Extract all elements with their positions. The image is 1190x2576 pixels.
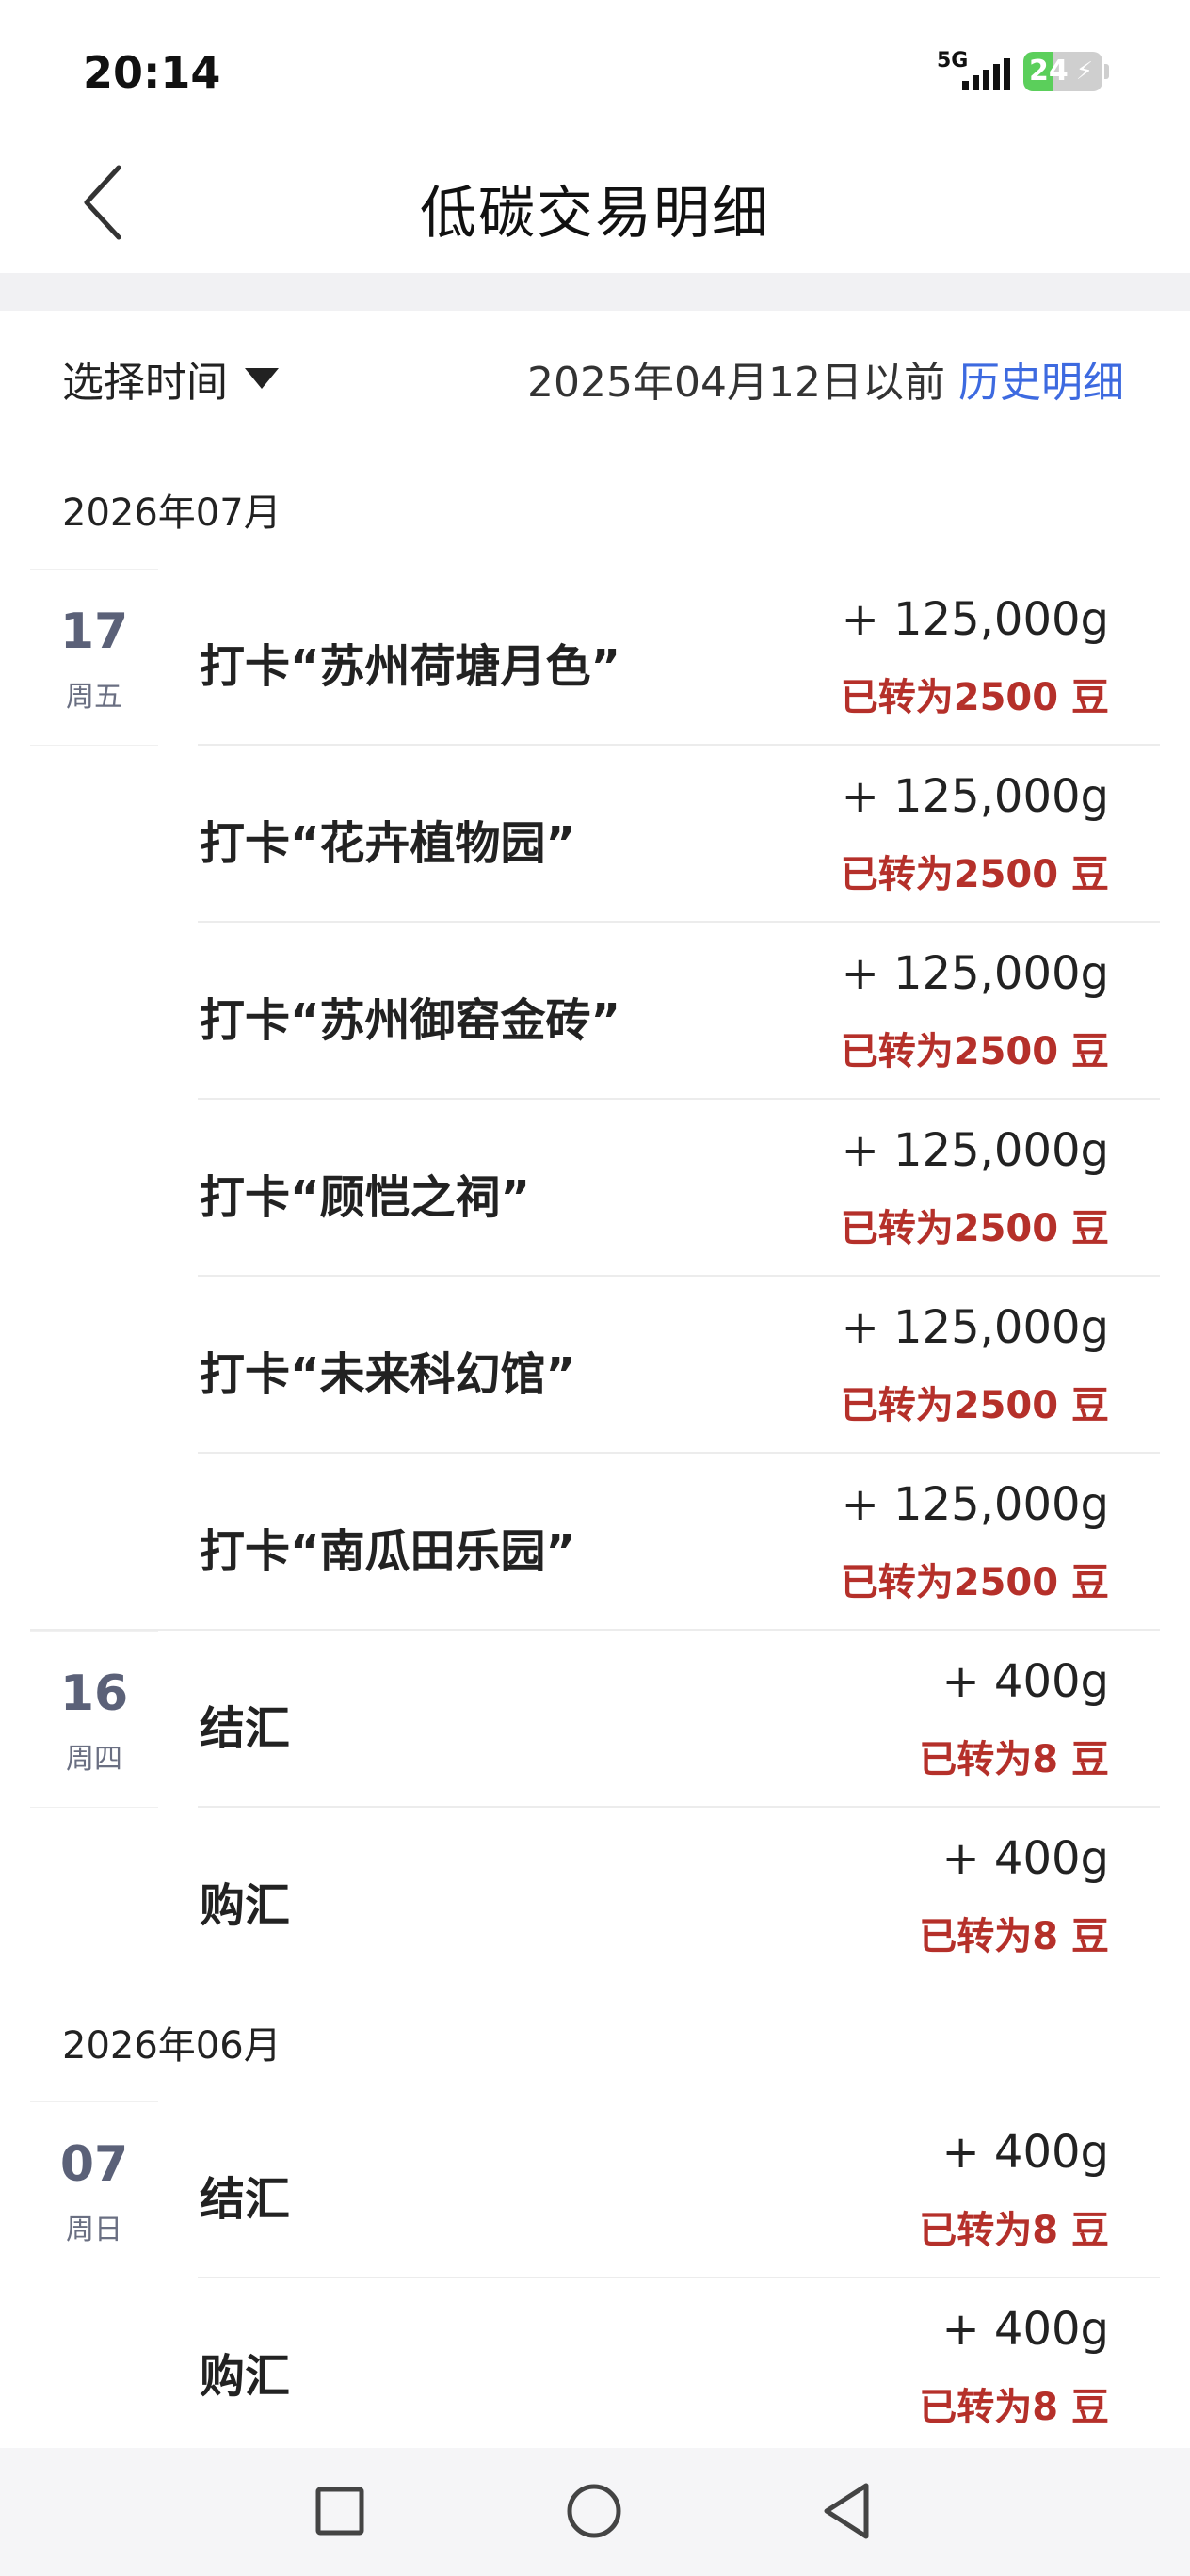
date-note-text: 2025年04月12日以前 bbox=[527, 359, 945, 407]
back-triangle-icon[interactable] bbox=[806, 2469, 891, 2553]
converted-beans: 已转为2500 豆 bbox=[840, 1207, 1109, 1250]
transaction-row[interactable]: 07 周日 结汇 + 400g 已转为8 豆 bbox=[0, 2101, 1190, 2278]
converted-beans: 已转为2500 豆 bbox=[840, 853, 1109, 896]
converted-beans: 已转为8 豆 bbox=[919, 1915, 1109, 1958]
system-nav-bar bbox=[0, 2448, 1190, 2576]
transaction-detail-screen: 20:14 5G 24 ⚡ 低碳交易明细 选择时间 2025年04月12日以前历… bbox=[0, 0, 1190, 2576]
transaction-title: 结汇 bbox=[200, 2173, 291, 2226]
select-time-dropdown[interactable]: 选择时间 bbox=[62, 348, 279, 409]
battery-icon: 24 ⚡ bbox=[1023, 52, 1102, 91]
transaction-row[interactable]: 打卡“花卉植物园” + 125,000g 已转为2500 豆 bbox=[0, 746, 1190, 923]
charging-icon: ⚡ bbox=[1075, 57, 1093, 86]
carbon-amount: + 400g bbox=[941, 2303, 1109, 2356]
transaction-title: 购汇 bbox=[200, 1879, 291, 1932]
weekday-label: 周日 bbox=[66, 2214, 122, 2246]
recent-apps-icon[interactable] bbox=[298, 2469, 382, 2553]
carbon-amount: + 400g bbox=[941, 2126, 1109, 2179]
date-cell: 07 周日 bbox=[30, 2101, 158, 2278]
converted-beans: 已转为2500 豆 bbox=[840, 1561, 1109, 1604]
transaction-title: 打卡“顾恺之祠” bbox=[200, 1171, 531, 1224]
converted-beans: 已转为2500 豆 bbox=[840, 1384, 1109, 1427]
transaction-row[interactable]: 打卡“苏州御窑金砖” + 125,000g 已转为2500 豆 bbox=[0, 923, 1190, 1100]
weekday-label: 周四 bbox=[66, 1743, 122, 1776]
transaction-title: 结汇 bbox=[200, 1702, 291, 1755]
transaction-row[interactable]: 打卡“未来科幻馆” + 125,000g 已转为2500 豆 bbox=[0, 1277, 1190, 1454]
carbon-amount: + 125,000g bbox=[841, 947, 1109, 1000]
triangle-down-icon bbox=[245, 368, 279, 389]
transaction-row[interactable]: 17 周五 打卡“苏州荷塘月色” + 125,000g 已转为2500 豆 bbox=[0, 569, 1190, 746]
date-cell: 17 周五 bbox=[30, 569, 158, 746]
signal-icon: 5G bbox=[937, 49, 1010, 94]
transaction-row[interactable]: 16 周四 结汇 + 400g 已转为8 豆 bbox=[0, 1631, 1190, 1808]
converted-beans: 已转为2500 豆 bbox=[840, 676, 1109, 719]
transaction-row[interactable]: 打卡“顾恺之祠” + 125,000g 已转为2500 豆 bbox=[0, 1100, 1190, 1277]
select-time-label: 选择时间 bbox=[62, 359, 228, 407]
status-icons: 5G 24 ⚡ bbox=[937, 49, 1109, 94]
carbon-amount: + 400g bbox=[941, 1832, 1109, 1885]
transaction-title: 打卡“苏州荷塘月色” bbox=[200, 640, 621, 693]
day-number: 16 bbox=[59, 1666, 129, 1722]
transaction-row[interactable]: 购汇 + 400g 已转为8 豆 bbox=[0, 2278, 1190, 2455]
battery-percent: 24 bbox=[1029, 55, 1069, 88]
transaction-title: 打卡“苏州御窑金砖” bbox=[200, 994, 621, 1047]
day-number: 07 bbox=[59, 2136, 129, 2193]
status-bar: 20:14 5G 24 ⚡ bbox=[0, 0, 1190, 151]
history-detail-link[interactable]: 历史明细 bbox=[958, 359, 1124, 407]
transaction-title: 打卡“花卉植物园” bbox=[200, 817, 576, 870]
carbon-amount: + 125,000g bbox=[841, 770, 1109, 823]
date-cell: 16 周四 bbox=[30, 1631, 158, 1808]
section-separator bbox=[0, 273, 1190, 311]
weekday-label: 周五 bbox=[66, 681, 122, 714]
home-icon[interactable] bbox=[552, 2469, 636, 2553]
carbon-amount: + 125,000g bbox=[841, 1301, 1109, 1354]
converted-beans: 已转为8 豆 bbox=[919, 2209, 1109, 2252]
converted-beans: 已转为2500 豆 bbox=[840, 1030, 1109, 1073]
date-note: 2025年04月12日以前 历史明细 bbox=[527, 348, 1124, 409]
transaction-title: 打卡“南瓜田乐园” bbox=[200, 1525, 576, 1578]
carbon-amount: + 125,000g bbox=[841, 1124, 1109, 1177]
transaction-title: 打卡“未来科幻馆” bbox=[200, 1348, 576, 1401]
month-header: 2026年07月 bbox=[62, 491, 281, 535]
transaction-row[interactable]: 打卡“南瓜田乐园” + 125,000g 已转为2500 豆 bbox=[0, 1454, 1190, 1631]
carbon-amount: + 125,000g bbox=[841, 1478, 1109, 1531]
page-title: 低碳交易明细 bbox=[420, 181, 770, 247]
status-time: 20:14 bbox=[83, 47, 221, 98]
transaction-title: 购汇 bbox=[200, 2350, 291, 2403]
carbon-amount: + 400g bbox=[941, 1655, 1109, 1708]
converted-beans: 已转为8 豆 bbox=[919, 1738, 1109, 1781]
carbon-amount: + 125,000g bbox=[841, 593, 1109, 646]
day-number: 17 bbox=[59, 604, 129, 660]
month-header: 2026年06月 bbox=[62, 2024, 281, 2068]
transaction-row[interactable]: 购汇 + 400g 已转为8 豆 bbox=[0, 1808, 1190, 1985]
converted-beans: 已转为8 豆 bbox=[919, 2386, 1109, 2429]
